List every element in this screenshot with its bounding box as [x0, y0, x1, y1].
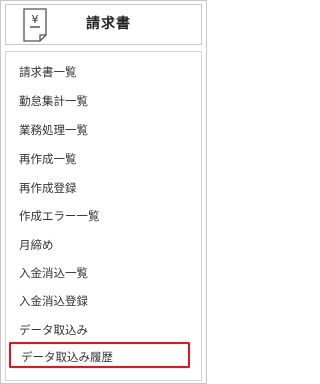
menu-item-invoice-list[interactable]: 請求書一覧	[19, 64, 77, 80]
menu-item-data-import[interactable]: データ取込み	[19, 322, 88, 338]
menu-item-monthly-closing[interactable]: 月締め	[19, 237, 54, 253]
page-title: 請求書	[86, 16, 131, 32]
invoice-menu-panel: ¥ 請求書 請求書一覧 勤怠集計一覧 業務処理一覧 再作成一覧 再作成登録 作成…	[0, 0, 207, 384]
menu-item-recreate-register[interactable]: 再作成登録	[19, 180, 77, 196]
menu-item-business-process-list[interactable]: 業務処理一覧	[19, 122, 88, 138]
menu-item-attendance-summary-list[interactable]: 勤怠集計一覧	[19, 93, 88, 109]
menu-item-payment-reconcile-register[interactable]: 入金消込登録	[19, 293, 88, 309]
menu-item-data-import-history[interactable]: データ取込み履歴	[9, 342, 190, 368]
menu-item-recreate-list[interactable]: 再作成一覧	[19, 151, 77, 167]
menu-header: ¥ 請求書	[5, 4, 202, 45]
menu-item-creation-error-list[interactable]: 作成エラー一覧	[19, 208, 100, 224]
menu-list: 請求書一覧 勤怠集計一覧 業務処理一覧 再作成一覧 再作成登録 作成エラー一覧 …	[5, 51, 202, 381]
menu-item-payment-reconcile-list[interactable]: 入金消込一覧	[19, 265, 88, 281]
